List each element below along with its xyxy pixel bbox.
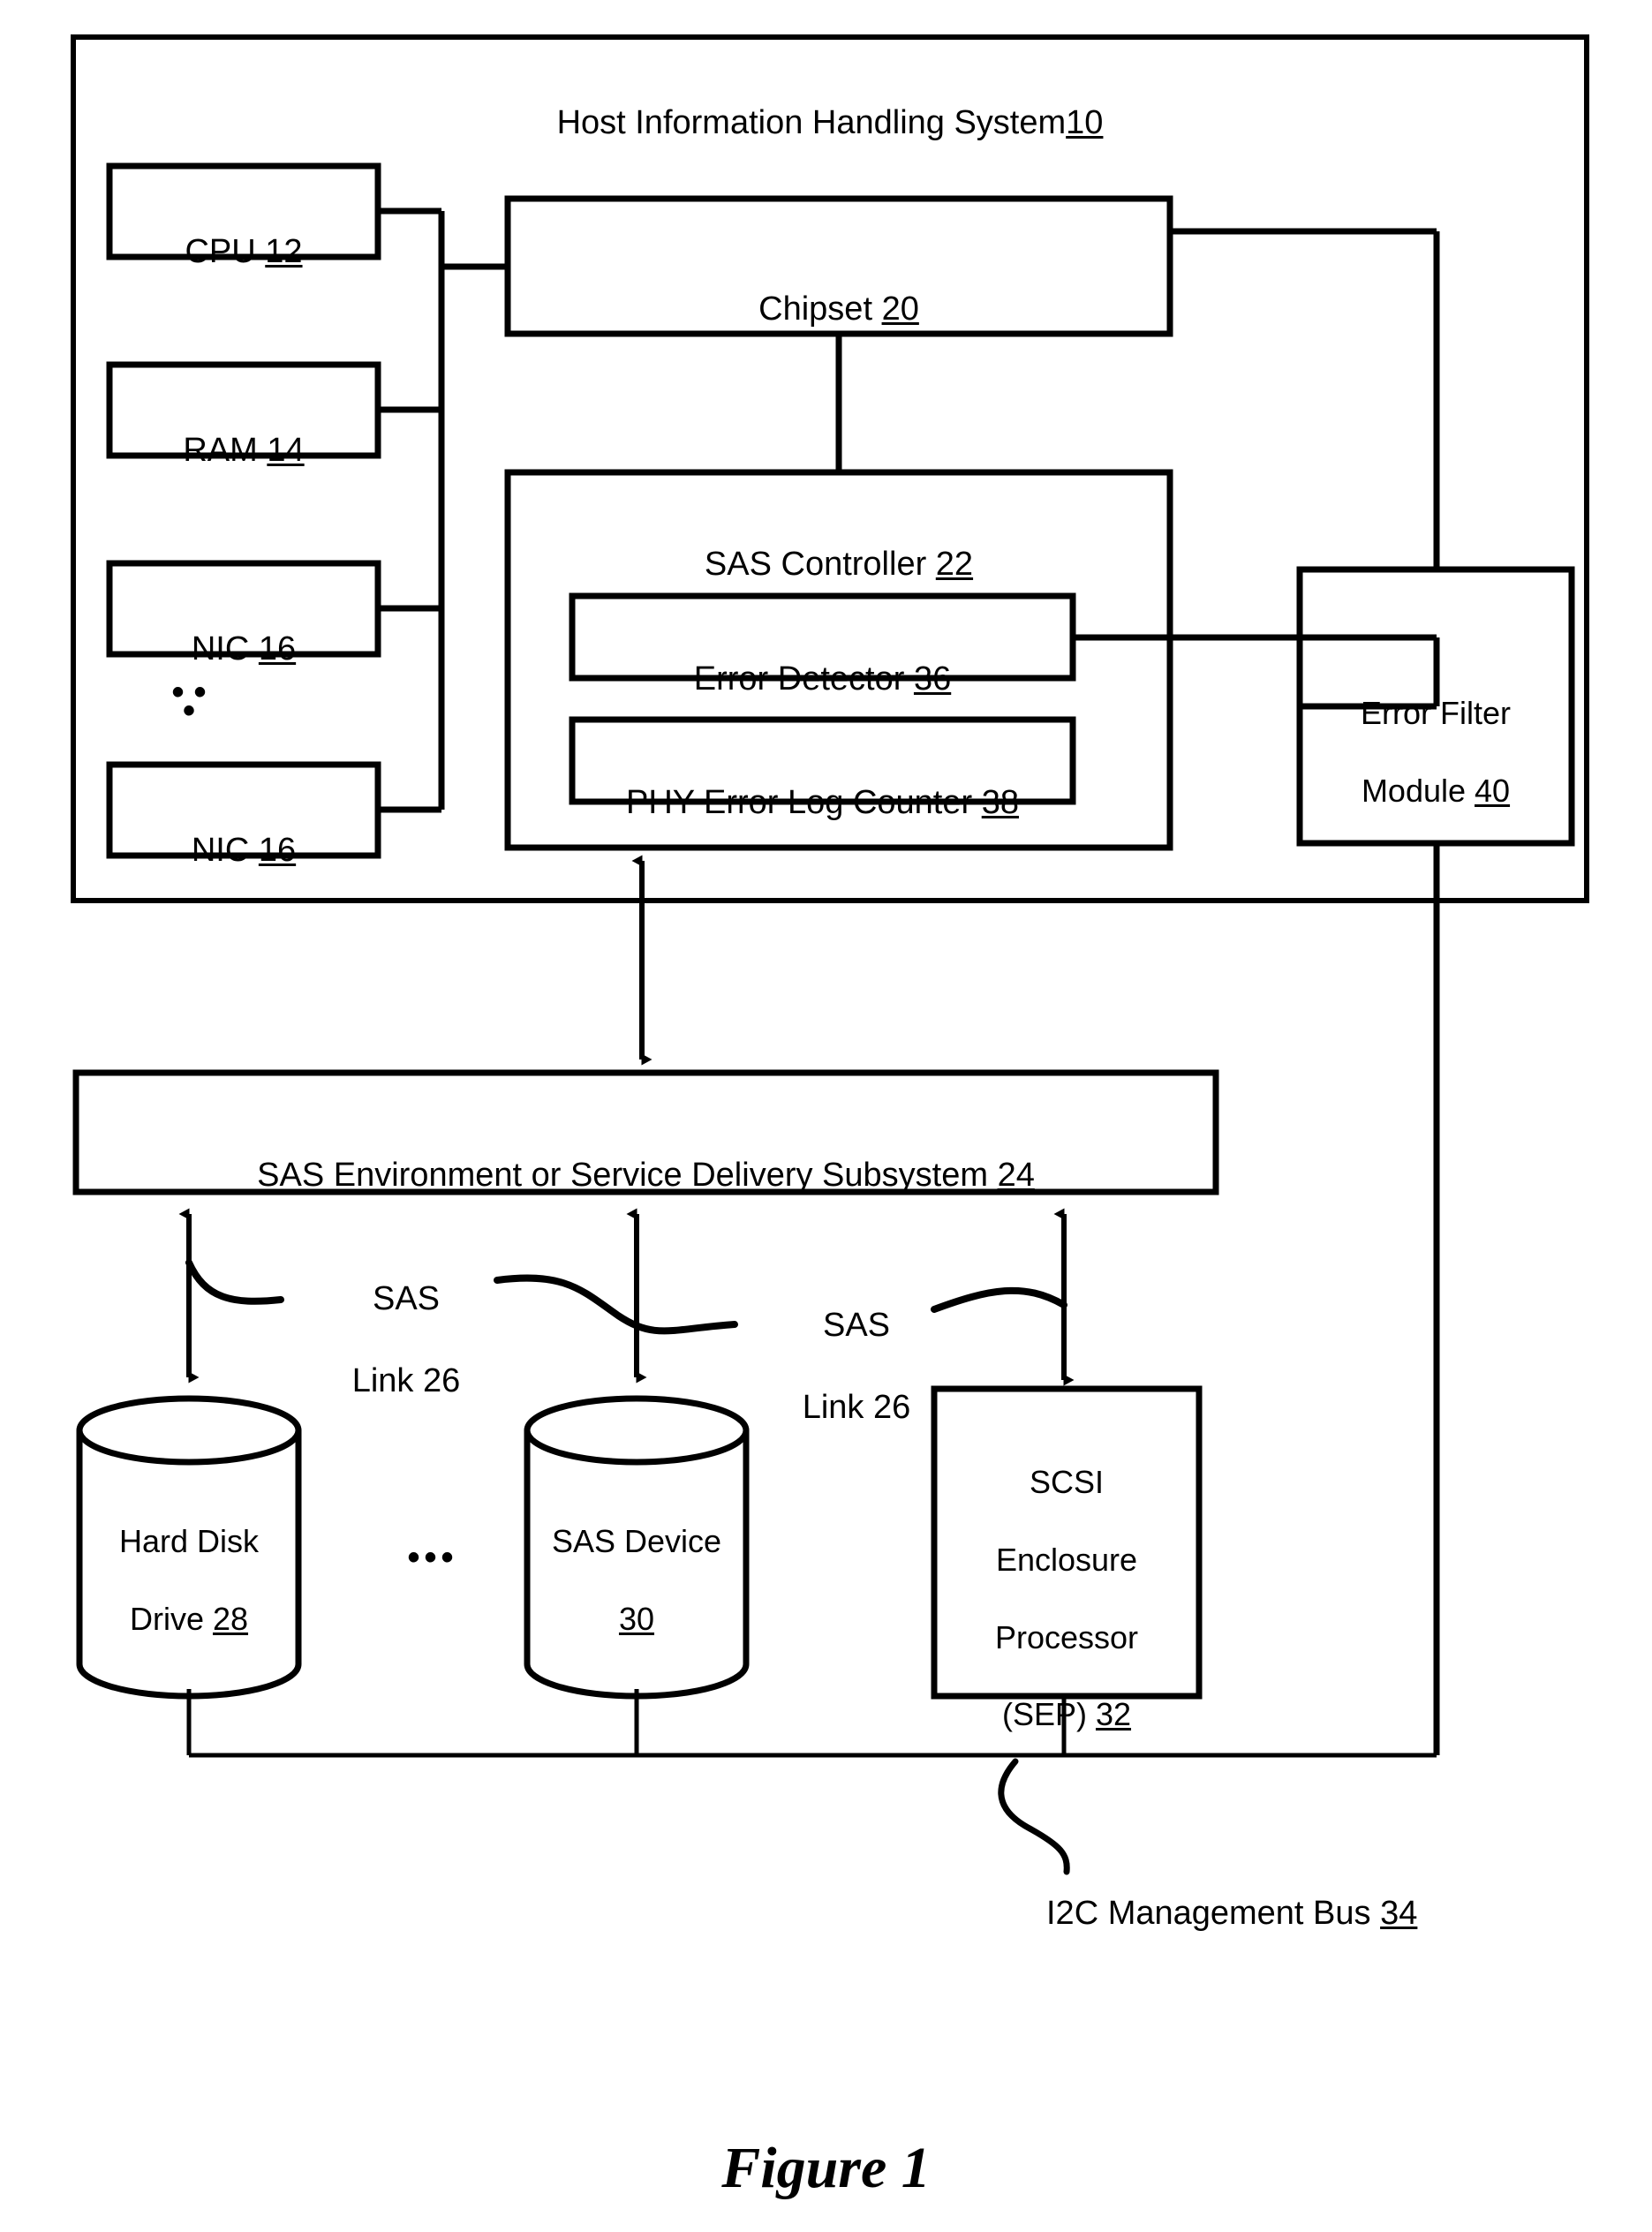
error-detector-label-ref: 36 bbox=[913, 660, 952, 698]
nic2-label-text: NIC bbox=[191, 832, 259, 870]
cpu-label-text: CPU bbox=[185, 233, 266, 271]
error-detector-label: Error Detector 36 bbox=[572, 618, 1073, 700]
cpu-label-ref: 12 bbox=[265, 233, 303, 271]
sep-line4: (SEP) bbox=[1001, 1696, 1096, 1733]
sas-controller-label-ref: 22 bbox=[935, 546, 974, 584]
sas-environment-label-text: SAS Environment or Service Delivery Subs… bbox=[257, 1157, 998, 1195]
phy-error-log-counter-label-text: PHY Error Log Counter bbox=[626, 784, 982, 822]
ram-label-text: RAM bbox=[183, 432, 268, 470]
ram-label: RAM 14 bbox=[109, 389, 378, 471]
sep-line2: Enclosure bbox=[995, 1541, 1138, 1578]
error-filter-module-line1: Error Filter bbox=[1361, 694, 1511, 731]
sep-ref: 32 bbox=[1095, 1696, 1132, 1733]
sep-line3: Processor bbox=[994, 1618, 1139, 1655]
nic1-label: NIC 16 bbox=[109, 588, 378, 670]
nic1-label-ref: 16 bbox=[258, 630, 297, 668]
chipset-label: Chipset 20 bbox=[508, 248, 1170, 330]
sas-link-right-line2: Link 26 bbox=[802, 1389, 911, 1427]
horizontal-ellipsis: ••• bbox=[407, 1538, 458, 1577]
figure-caption: Figure 1 bbox=[721, 2136, 931, 2200]
hard-disk-drive-line2: Drive bbox=[129, 1600, 213, 1637]
page-title-text: Host Information Handling System bbox=[556, 104, 1067, 142]
nic1-label-text: NIC bbox=[191, 630, 259, 668]
page-title-ref: 10 bbox=[1066, 104, 1104, 142]
error-detector-label-text: Error Detector bbox=[693, 660, 914, 698]
error-filter-module-line2: Module bbox=[1361, 772, 1475, 809]
chipset-label-text: Chipset bbox=[758, 290, 882, 328]
i2c-bus-label-text: I2C Management Bus bbox=[1046, 1895, 1381, 1933]
i2c-bus-label-ref: 34 bbox=[1380, 1895, 1418, 1933]
sep-label: SCSI Enclosure Processor (SEP) 32 bbox=[934, 1424, 1199, 1734]
chipset-label-ref: 20 bbox=[881, 290, 919, 328]
error-filter-module-label: Error Filter Module 40 bbox=[1300, 655, 1572, 811]
sas-controller-label-text: SAS Controller bbox=[704, 546, 936, 584]
i2c-bus-lines bbox=[186, 1689, 1437, 1758]
hard-disk-drive-ref: 28 bbox=[212, 1600, 249, 1637]
sas-controller-label: SAS Controller 22 bbox=[508, 503, 1170, 585]
sas-link-left-label: SAS Link 26 bbox=[300, 1238, 512, 1401]
nic2-label-ref: 16 bbox=[258, 832, 297, 870]
sep-line1: SCSI bbox=[1029, 1463, 1105, 1500]
vertical-ellipsis: • • • bbox=[171, 673, 207, 730]
ram-label-ref: 14 bbox=[267, 432, 305, 470]
page-title: Host Information Handling System10 bbox=[73, 62, 1587, 144]
i2c-bus-label: I2C Management Bus 34 bbox=[1046, 1852, 1576, 1934]
sas-device-line1: SAS Device bbox=[551, 1522, 722, 1559]
patent-figure-page: Host Information Handling System10 CPU 1… bbox=[0, 0, 1652, 2232]
sas-environment-label-ref: 24 bbox=[997, 1157, 1035, 1195]
sas-environment-label: SAS Environment or Service Delivery Subs… bbox=[76, 1114, 1216, 1196]
sas-device-label: SAS Device 30 bbox=[527, 1483, 746, 1639]
sas-link-left-line1: SAS bbox=[372, 1280, 441, 1318]
hard-disk-drive-line1: Hard Disk bbox=[118, 1522, 260, 1559]
error-filter-module-ref: 40 bbox=[1475, 772, 1511, 809]
sas-link-right-label: SAS Link 26 bbox=[751, 1264, 962, 1428]
hard-disk-drive-label: Hard Disk Drive 28 bbox=[79, 1483, 298, 1639]
phy-error-log-counter-label: PHY Error Log Counter 38 bbox=[572, 742, 1073, 824]
sas-device-ref: 30 bbox=[618, 1600, 655, 1637]
cpu-label: CPU 12 bbox=[109, 191, 378, 273]
phy-error-log-counter-label-ref: 38 bbox=[981, 784, 1019, 822]
nic2-label: NIC 16 bbox=[109, 789, 378, 871]
sas-link-right-line1: SAS bbox=[822, 1307, 891, 1345]
sas-link-left-line2: Link 26 bbox=[351, 1362, 461, 1400]
